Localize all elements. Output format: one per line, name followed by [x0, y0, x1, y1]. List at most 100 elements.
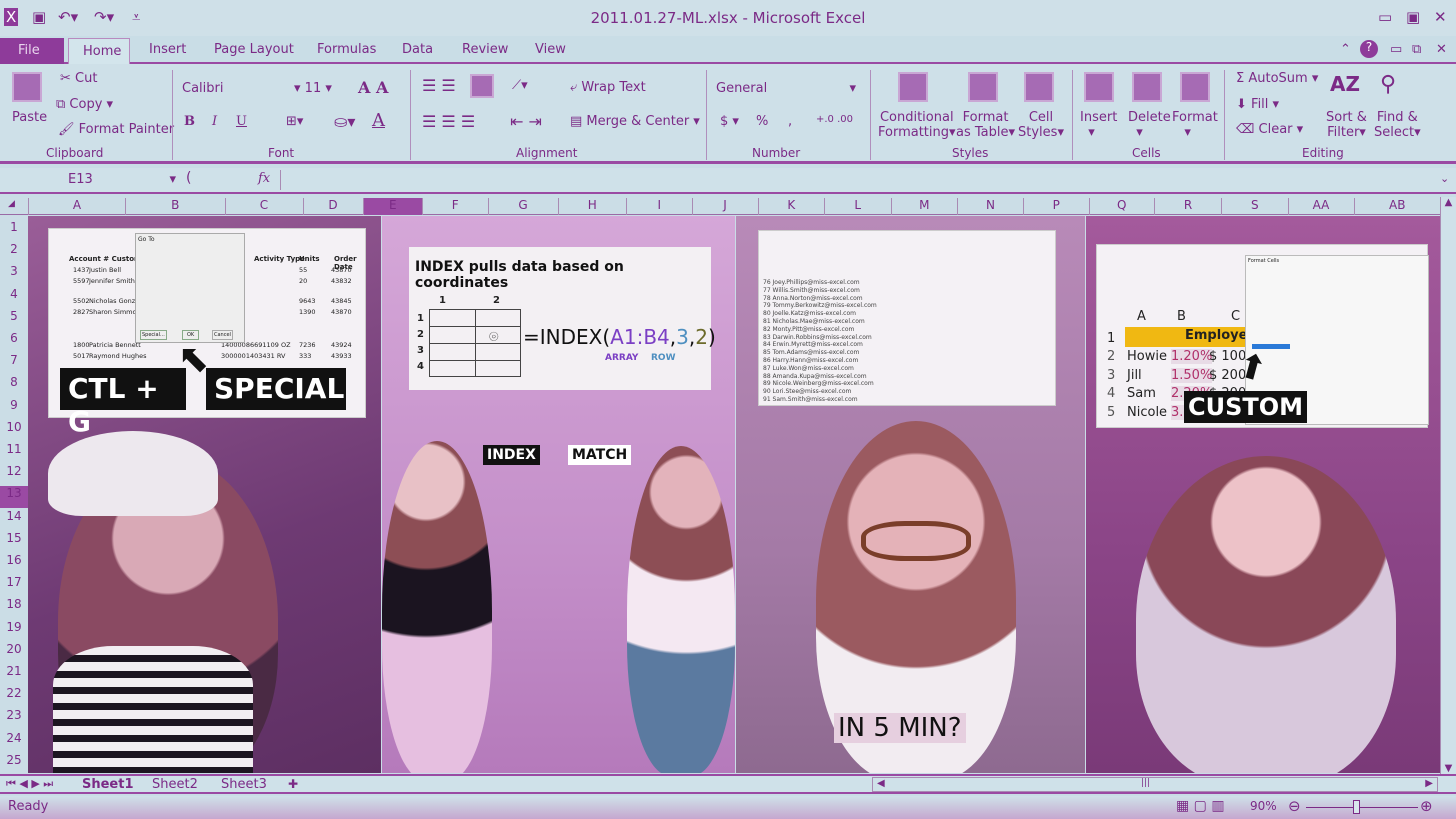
row-header-10[interactable]: 10 — [0, 420, 28, 442]
column-header-I[interactable]: I — [626, 198, 692, 215]
row-header-7[interactable]: 7 — [0, 353, 28, 375]
zoom-slider[interactable] — [1306, 807, 1418, 808]
row-header-3[interactable]: 3 — [0, 264, 28, 286]
workbook-restore-icon[interactable]: ⧉ — [1412, 42, 1421, 57]
row-header-5[interactable]: 5 — [0, 309, 28, 331]
special-button[interactable]: Special... — [140, 330, 167, 340]
tab-file[interactable]: File — [0, 38, 64, 64]
format-painter-button[interactable]: 🖌 Format Painter — [58, 122, 174, 137]
column-header-A[interactable]: A — [28, 198, 125, 215]
column-header-M[interactable]: M — [890, 198, 958, 215]
column-header-C[interactable]: C — [224, 198, 303, 215]
column-header-R[interactable]: R — [1154, 198, 1221, 215]
formula-input[interactable] — [280, 170, 1430, 190]
wrap-text-button[interactable]: ⤶ Wrap Text — [570, 80, 646, 95]
column-header-Q[interactable]: Q — [1088, 198, 1155, 215]
sheet-tab-sheet1[interactable]: Sheet1 — [82, 777, 134, 792]
font-color-icon[interactable]: A — [372, 110, 385, 131]
row-header-21[interactable]: 21 — [0, 664, 28, 686]
name-box[interactable]: E13 ▾ — [4, 170, 180, 190]
borders-icon[interactable]: ⊞▾ — [286, 114, 303, 129]
row-header-2[interactable]: 2 — [0, 242, 28, 264]
sheet-nav-icons[interactable]: ⏮ ◀ ▶ ⏭ — [6, 777, 53, 791]
row-header-15[interactable]: 15 — [0, 531, 28, 553]
vertical-scrollbar[interactable]: ▲ ▼ — [1440, 197, 1456, 774]
cancel-button[interactable]: Cancel — [212, 330, 233, 340]
insert-sheet-icon[interactable]: ✚ — [288, 777, 298, 791]
column-header-F[interactable]: F — [422, 198, 488, 215]
insert-function-icon[interactable]: fx — [258, 171, 270, 186]
column-header-H[interactable]: H — [557, 198, 627, 215]
italic-button[interactable]: I — [212, 114, 217, 129]
workbook-minimize-icon[interactable]: ▭ — [1390, 42, 1402, 57]
column-header-B[interactable]: B — [125, 198, 225, 215]
select-all-icon[interactable]: ◢ — [8, 199, 15, 209]
row-header-20[interactable]: 20 — [0, 642, 28, 664]
align-bottom-icon[interactable] — [470, 74, 494, 98]
cell-styles-button[interactable]: Cell Styles▾ — [1018, 110, 1064, 140]
font-size-select[interactable]: ▾ 11 ▾ — [294, 81, 332, 96]
expand-formula-bar-icon[interactable]: ⌄ — [1440, 172, 1449, 185]
merge-center-button[interactable]: ▤ Merge & Center ▾ — [570, 114, 700, 129]
autosum-button[interactable]: Σ AutoSum ▾ — [1236, 71, 1318, 86]
fill-color-icon[interactable]: ⛀▾ — [334, 112, 355, 131]
row-header-8[interactable]: 8 — [0, 375, 28, 397]
zoom-in-icon[interactable]: ⊕ — [1420, 797, 1433, 815]
number-format-select[interactable]: General ▾ — [716, 81, 856, 96]
row-header-19[interactable]: 19 — [0, 620, 28, 642]
column-header-S[interactable]: S — [1221, 198, 1288, 215]
column-header-K[interactable]: K — [757, 198, 825, 215]
tab-insert[interactable]: Insert — [149, 42, 186, 57]
currency-button[interactable]: $ ▾ — [720, 114, 739, 129]
tab-home[interactable]: Home — [68, 38, 130, 66]
row-header-4[interactable]: 4 — [0, 287, 28, 309]
row-header-24[interactable]: 24 — [0, 731, 28, 753]
row-header-1[interactable]: 1 — [0, 220, 28, 242]
row-header-13[interactable]: 13 — [0, 486, 28, 509]
format-cells-button[interactable]: Format ▾ — [1172, 110, 1218, 140]
conditional-formatting-button[interactable]: Conditional Formatting▾ — [878, 110, 956, 140]
comma-button[interactable]: , — [788, 114, 792, 129]
find-select-button[interactable]: Find & Select▾ — [1374, 110, 1421, 140]
help-icon[interactable]: ? — [1360, 40, 1378, 58]
underline-button[interactable]: U — [236, 114, 247, 129]
minimize-icon[interactable]: ▭ — [1378, 8, 1392, 26]
column-header-N[interactable]: N — [957, 198, 1023, 215]
tab-view[interactable]: View — [535, 42, 566, 57]
grow-shrink-font-icon[interactable]: A A — [358, 78, 388, 97]
decimal-buttons[interactable]: +.0 .00 — [816, 114, 853, 125]
column-header-P[interactable]: P — [1023, 198, 1089, 215]
column-header-AB[interactable]: AB — [1353, 198, 1441, 215]
align-top-icons[interactable]: ☰ ☰ — [422, 76, 456, 95]
zoom-slider-thumb[interactable] — [1353, 800, 1361, 814]
sheet-tab-sheet2[interactable]: Sheet2 — [152, 777, 198, 792]
paste-button[interactable]: Paste — [12, 110, 47, 125]
row-header-9[interactable]: 9 — [0, 398, 28, 420]
close-icon[interactable]: ✕ — [1434, 8, 1447, 26]
percent-button[interactable]: % — [756, 114, 768, 129]
zoom-level[interactable]: 90% — [1250, 799, 1277, 813]
row-header-6[interactable]: 6 — [0, 331, 28, 353]
column-header-G[interactable]: G — [487, 198, 558, 215]
indent-icons[interactable]: ⇤ ⇥ — [510, 112, 542, 131]
row-header-11[interactable]: 11 — [0, 442, 28, 464]
fill-button[interactable]: ⬇ Fill ▾ — [1236, 97, 1279, 112]
font-name-select[interactable]: Calibri — [182, 81, 223, 96]
delete-cells-button[interactable]: Delete ▾ — [1128, 110, 1171, 140]
clear-button[interactable]: ⌫ Clear ▾ — [1236, 122, 1303, 137]
horizontal-align-icons[interactable]: ☰ ☰ ☰ — [422, 112, 475, 131]
orientation-icon[interactable]: ⟋▾ — [512, 78, 528, 93]
sort-filter-button[interactable]: Sort & Filter▾ — [1326, 110, 1367, 140]
column-header-J[interactable]: J — [691, 198, 758, 215]
format-as-table-button[interactable]: Format as Table▾ — [956, 110, 1015, 140]
tab-data[interactable]: Data — [402, 42, 433, 57]
tab-review[interactable]: Review — [462, 42, 508, 57]
view-mode-icons[interactable]: ▦ ▢ ▥ — [1176, 798, 1225, 814]
bold-button[interactable]: B — [184, 114, 195, 129]
row-header-12[interactable]: 12 — [0, 464, 28, 486]
tab-page-layout[interactable]: Page Layout — [214, 42, 294, 57]
row-header-14[interactable]: 14 — [0, 509, 28, 531]
maximize-icon[interactable]: ▣ — [1406, 8, 1420, 26]
column-header-L[interactable]: L — [824, 198, 891, 215]
tab-formulas[interactable]: Formulas — [317, 42, 376, 57]
